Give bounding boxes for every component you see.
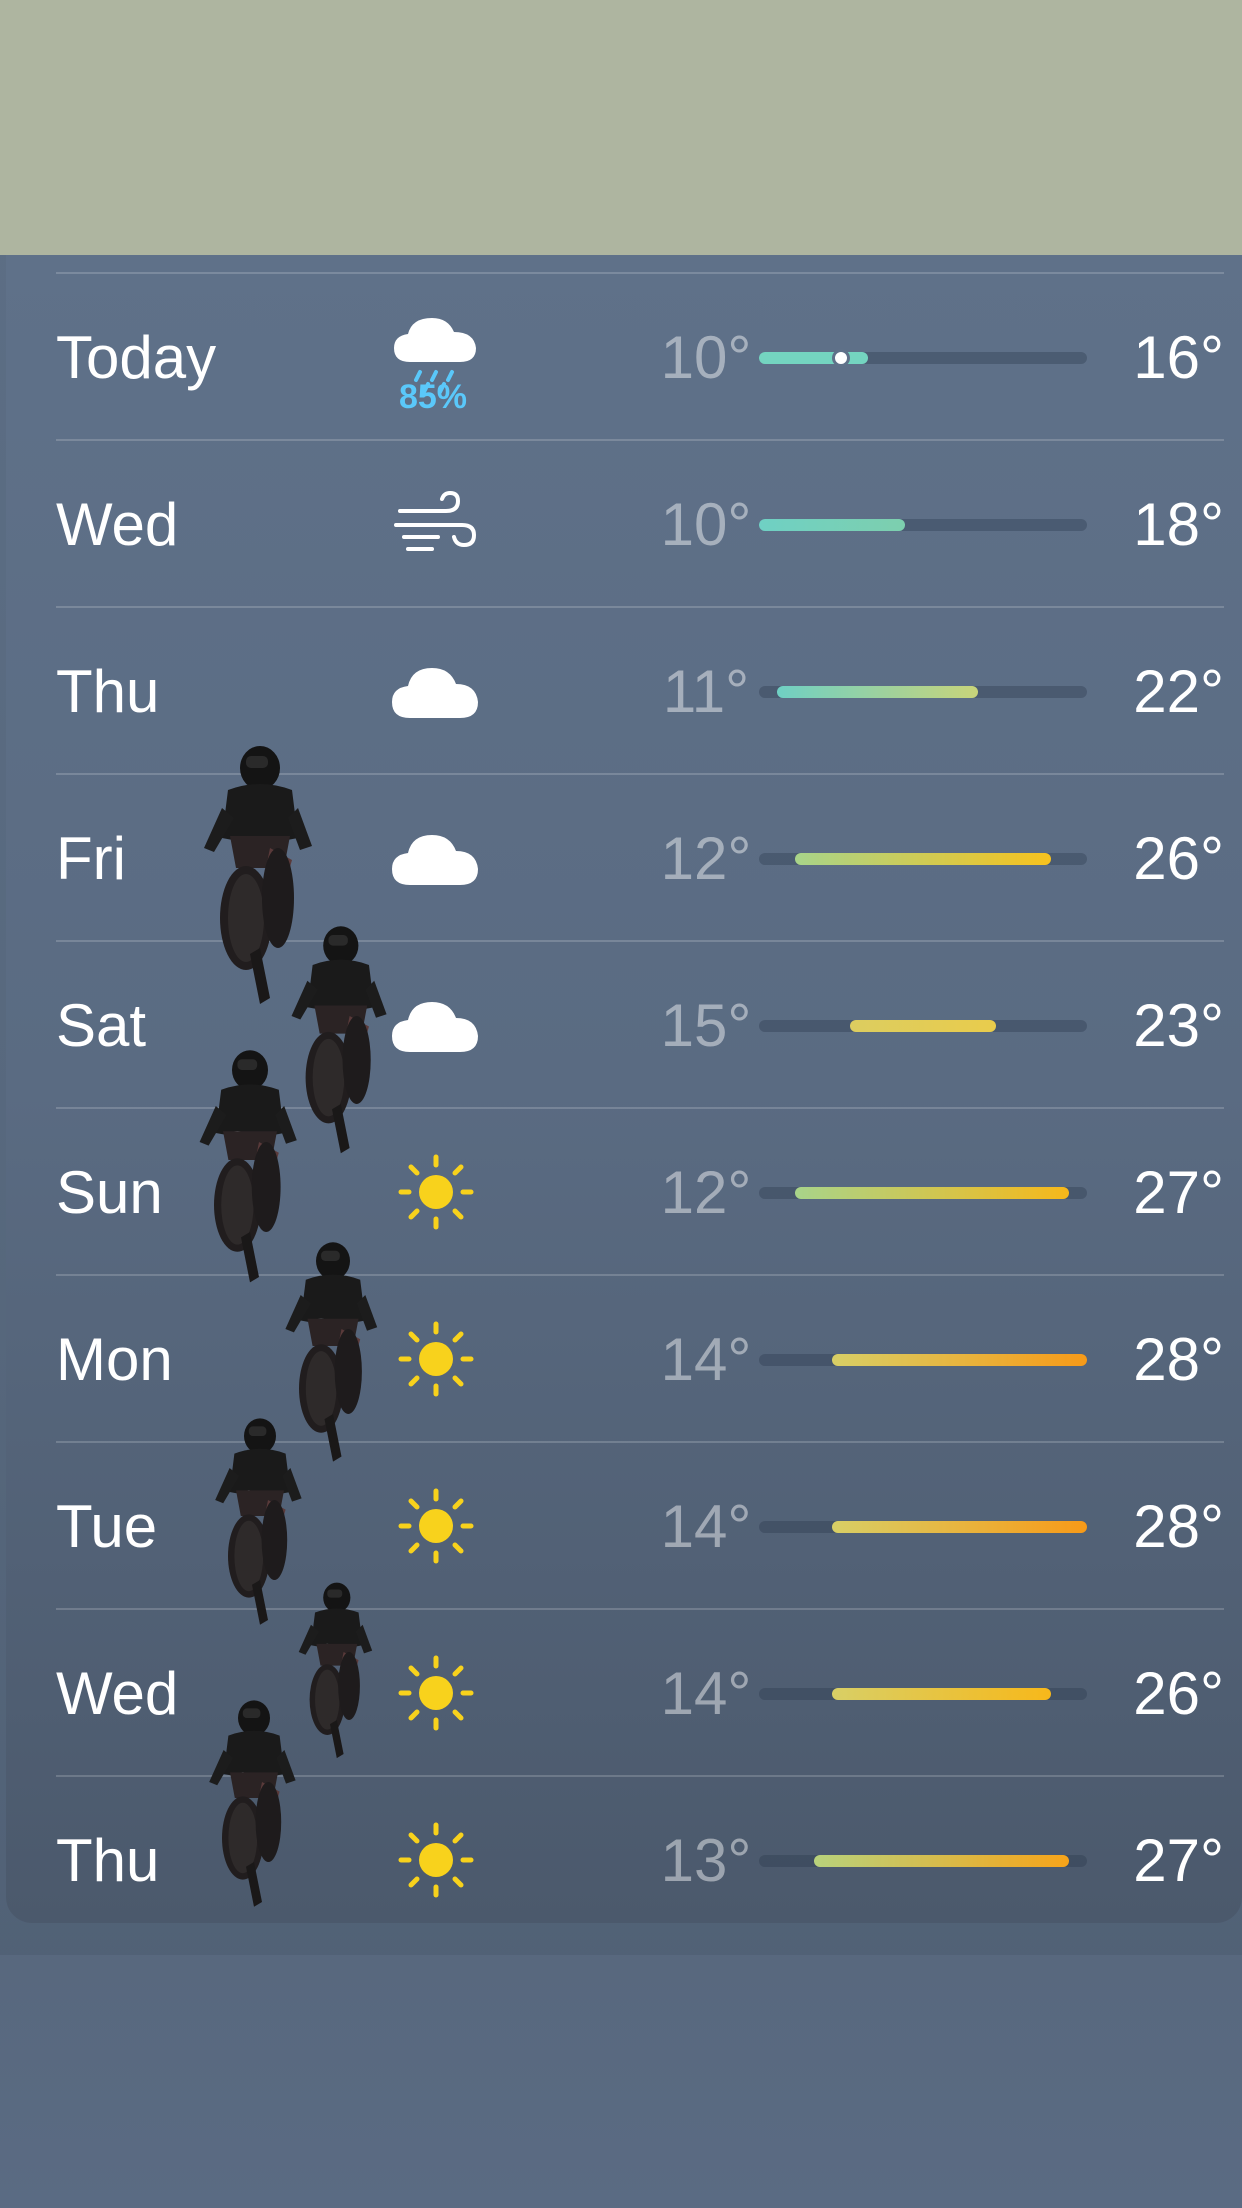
temp-range-fill: [813, 1855, 1069, 1867]
background-top: [0, 0, 1242, 255]
cloud-icon: [386, 813, 486, 903]
temp-range-bar: [759, 1855, 1087, 1867]
day-label: Sun: [56, 1159, 163, 1226]
precip-chance: 85%: [398, 378, 468, 416]
cloud-icon: [386, 980, 486, 1070]
forecast-list: Today 85% 10° 16° Wed 10° 18° Thu 11° 22…: [0, 272, 1242, 1942]
day-label: Fri: [56, 825, 126, 892]
day-label: Mon: [56, 1326, 173, 1393]
sun-icon: [386, 1314, 486, 1404]
day-label: Thu: [56, 1827, 160, 1894]
temp-range-fill: [831, 1688, 1051, 1700]
temp-range-bar: [759, 1521, 1087, 1533]
forecast-row[interactable]: Fri 12° 26°: [56, 773, 1224, 940]
temp-range-bar: [759, 1354, 1087, 1366]
temp-range-fill: [795, 1187, 1069, 1199]
temp-range-fill: [777, 686, 978, 698]
forecast-row[interactable]: Thu 13° 27°: [56, 1775, 1224, 1942]
temp-range-bar: [759, 1187, 1087, 1199]
temp-range-bar: [759, 853, 1087, 865]
temp-range-fill: [759, 519, 905, 531]
sun-icon: [386, 1481, 486, 1571]
day-label: Thu: [56, 658, 160, 725]
sun-icon: [386, 1648, 486, 1738]
high-temp: 26°: [1133, 1660, 1224, 1727]
high-temp: 26°: [1133, 825, 1224, 892]
high-temp: 16°: [1133, 324, 1224, 391]
high-temp: 22°: [1133, 658, 1224, 725]
cloud-icon: [386, 646, 486, 736]
day-label: Sat: [56, 992, 147, 1059]
temp-range-bar: [759, 686, 1087, 698]
day-label: Today: [56, 324, 217, 391]
forecast-row[interactable]: Thu 11° 22°: [56, 606, 1224, 773]
temp-range-bar: [759, 519, 1087, 531]
temp-range-bar: [759, 1688, 1087, 1700]
day-label: Wed: [56, 491, 179, 558]
forecast-row[interactable]: Wed 10° 18°: [56, 439, 1224, 606]
current-temp-dot: [832, 349, 850, 367]
day-label: Tue: [56, 1493, 158, 1560]
temp-range-bar: [759, 349, 1087, 367]
wind-icon: [386, 479, 486, 569]
forecast-row[interactable]: Wed 14° 26°: [56, 1608, 1224, 1775]
temp-range-fill: [759, 352, 869, 364]
high-temp: 28°: [1133, 1326, 1224, 1393]
day-label: Wed: [56, 1660, 179, 1727]
high-temp: 27°: [1133, 1827, 1224, 1894]
sun-icon: [386, 1815, 486, 1905]
forecast-row[interactable]: Sun 12° 27°: [56, 1107, 1224, 1274]
high-temp: 28°: [1133, 1493, 1224, 1560]
high-temp: 23°: [1133, 992, 1224, 1059]
sun-icon: [386, 1147, 486, 1237]
forecast-row[interactable]: Tue 14° 28°: [56, 1441, 1224, 1608]
high-temp: 18°: [1133, 491, 1224, 558]
forecast-row[interactable]: Mon 14° 28°: [56, 1274, 1224, 1441]
forecast-row[interactable]: Today 85% 10° 16°: [56, 272, 1224, 439]
background-bottom: [0, 1955, 1242, 2208]
temp-range-fill: [850, 1020, 996, 1032]
temp-range-fill: [795, 853, 1051, 865]
temp-range-fill: [831, 1354, 1087, 1366]
forecast-row[interactable]: Sat 15° 23°: [56, 940, 1224, 1107]
temp-range-bar: [759, 1020, 1087, 1032]
high-temp: 27°: [1133, 1159, 1224, 1226]
temp-range-fill: [831, 1521, 1087, 1533]
